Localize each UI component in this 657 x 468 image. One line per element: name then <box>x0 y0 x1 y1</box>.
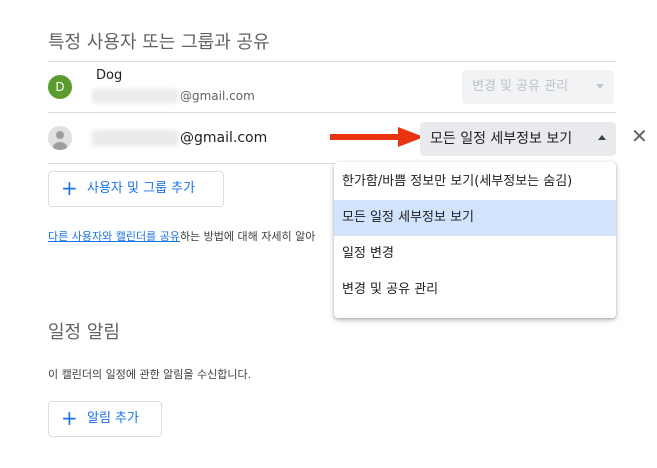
avatar: D <box>48 75 72 99</box>
redacted-email <box>92 89 178 103</box>
user-name: Dog <box>96 68 123 83</box>
close-icon[interactable]: ✕ <box>631 124 648 148</box>
plus-icon: + <box>61 406 78 430</box>
user-row: D <box>48 75 72 99</box>
help-link[interactable]: 다른 사용자와 캘린더를 공유 <box>48 230 180 243</box>
menu-item-manage-sharing[interactable]: 변경 및 공유 관리 <box>334 272 616 308</box>
permission-menu: 한가함/바쁨 정보만 보기(세부정보는 숨김) 모든 일정 세부정보 보기 일정… <box>334 162 616 318</box>
notifications-description: 이 캘린더의 일정에 관한 알림을 수신합니다. <box>48 368 252 381</box>
add-user-button[interactable]: + 사용자 및 그룹 추가 <box>48 171 224 207</box>
sharing-title: 특정 사용자 또는 그룹과 공유 <box>48 32 270 53</box>
permission-select-disabled: 변경 및 공유 관리 <box>462 70 614 104</box>
divider <box>48 61 616 62</box>
permission-label: 모든 일정 세부정보 보기 <box>430 131 573 147</box>
menu-item-make-changes[interactable]: 일정 변경 <box>334 236 616 272</box>
notifications-title: 일정 알림 <box>48 322 120 343</box>
add-notification-label: 알림 추가 <box>87 411 139 426</box>
help-text: 다른 사용자와 캘린더를 공유하는 방법에 대해 자세히 알아 <box>48 228 315 244</box>
user-email-suffix: @gmail.com <box>180 130 268 146</box>
menu-item-free-busy[interactable]: 한가함/바쁨 정보만 보기(세부정보는 숨김) <box>334 164 616 200</box>
plus-icon: + <box>61 176 78 200</box>
person-icon <box>53 131 67 150</box>
add-notification-button[interactable]: + 알림 추가 <box>48 401 162 437</box>
help-text-rest: 하는 방법에 대해 자세히 알아 <box>179 230 316 243</box>
chevron-down-icon <box>596 84 604 89</box>
permission-select[interactable]: 모든 일정 세부정보 보기 <box>420 122 616 156</box>
avatar <box>48 126 72 150</box>
redacted-email <box>92 130 178 146</box>
permission-label: 변경 및 공유 관리 <box>472 79 569 94</box>
add-user-label: 사용자 및 그룹 추가 <box>87 181 196 196</box>
divider <box>48 112 616 113</box>
arrow-icon <box>330 127 424 147</box>
user-email-suffix: @gmail.com <box>180 89 255 103</box>
chevron-up-icon <box>598 135 606 140</box>
menu-item-see-all-details[interactable]: 모든 일정 세부정보 보기 <box>334 200 616 236</box>
